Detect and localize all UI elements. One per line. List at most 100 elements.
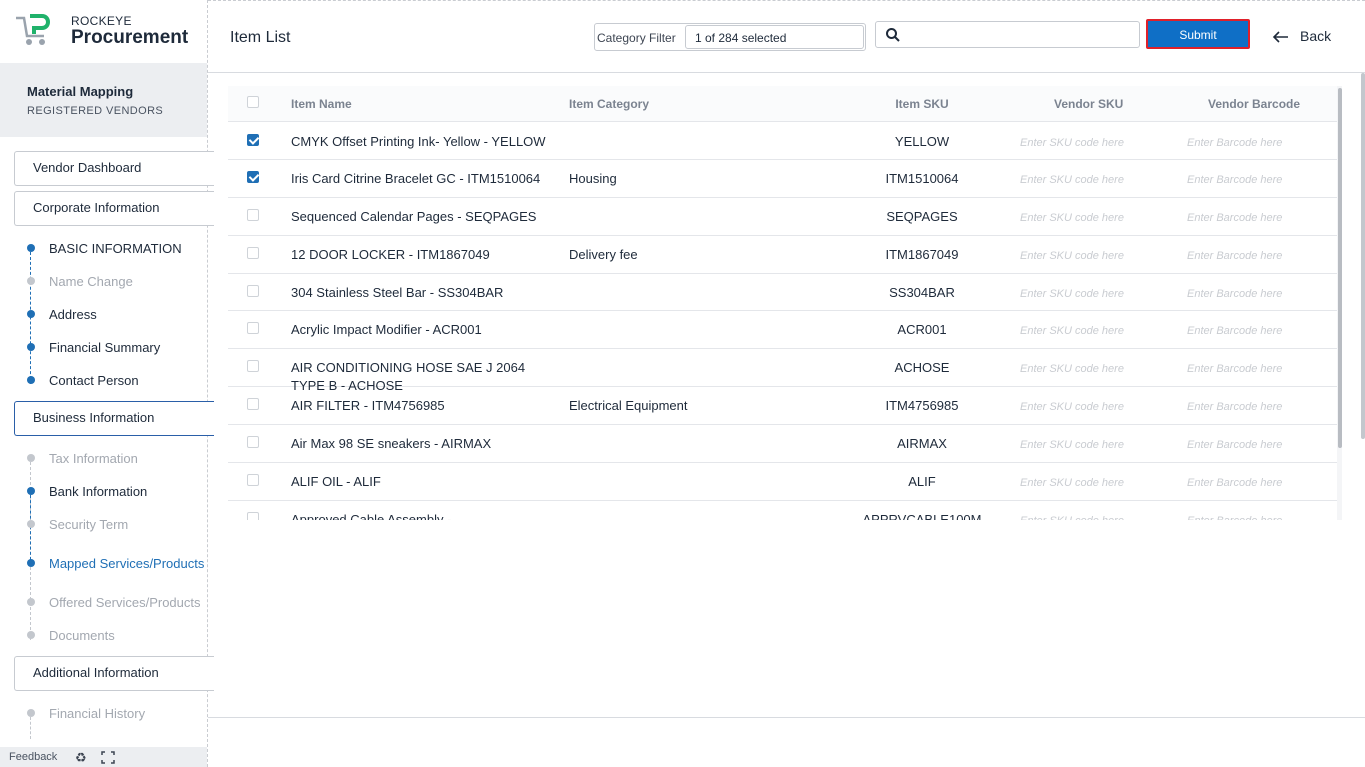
nav-financial-summary[interactable]: Financial Summary: [49, 340, 160, 355]
vendor-sku-input[interactable]: Enter SKU code here: [1020, 474, 1124, 492]
search-icon: [886, 28, 900, 42]
table-row[interactable]: Sequenced Calendar Pages - SEQPAGES SEQPA…: [228, 198, 1340, 236]
item-name-cell: CMYK Offset Printing Ink- Yellow - YELLO…: [291, 134, 546, 149]
nav-vendor-dashboard[interactable]: Vendor Dashboard: [14, 151, 214, 186]
row-checkbox[interactable]: [247, 134, 259, 146]
table-row[interactable]: 304 Stainless Steel Bar - SS304BAR SS304B…: [228, 274, 1340, 311]
feedback-link[interactable]: Feedback: [9, 751, 57, 763]
category-filter-label: Category Filter: [597, 31, 676, 45]
vendor-sku-input[interactable]: Enter SKU code here: [1020, 398, 1124, 416]
nav-bank-information[interactable]: Bank Information: [49, 484, 147, 499]
footer-divider: [208, 717, 1365, 718]
row-checkbox[interactable]: [247, 398, 259, 410]
column-header-item-sku[interactable]: Item SKU: [842, 97, 1002, 111]
item-category-cell: Delivery fee: [569, 247, 638, 262]
vendor-barcode-input[interactable]: Enter Barcode here: [1187, 436, 1282, 454]
row-checkbox[interactable]: [247, 171, 259, 183]
table-row[interactable]: 12 DOOR LOCKER - ITM1867049 Delivery fee I…: [228, 236, 1340, 274]
item-sku-cell: SEQPAGES: [886, 209, 958, 224]
row-checkbox[interactable]: [247, 436, 259, 448]
vendor-barcode-input[interactable]: Enter Barcode here: [1187, 322, 1282, 340]
nav-additional-information[interactable]: Additional Information: [14, 656, 214, 691]
nav-contact-person[interactable]: Contact Person: [49, 373, 139, 388]
brand-name: Procurement: [71, 27, 189, 48]
recycle-icon[interactable]: ♻: [75, 750, 87, 766]
vendor-barcode-input[interactable]: Enter Barcode here: [1187, 285, 1282, 303]
nav-name-change[interactable]: Name Change: [49, 274, 133, 289]
row-checkbox[interactable]: [247, 322, 259, 334]
item-name-cell: 12 DOOR LOCKER - ITM1867049: [291, 247, 490, 262]
nav-mapped-services-products[interactable]: Mapped Services/Products: [49, 556, 204, 571]
table-row[interactable]: AIR FILTER - ITM4756985 Electrical Equipm…: [228, 387, 1340, 425]
table-row[interactable]: AIR CONDITIONING HOSE SAE J 2064 TYPE B …: [228, 349, 1340, 393]
vendor-barcode-input[interactable]: Enter Barcode here: [1187, 171, 1282, 189]
item-sku-cell: ITM1867049: [885, 247, 959, 262]
vendor-sku-input[interactable]: Enter SKU code here: [1020, 512, 1124, 520]
sidebar: ROCKEYE Procurement Material Mapping REG…: [0, 0, 214, 767]
category-filter-select[interactable]: 1 of 284 selected: [685, 25, 864, 49]
page-scrollbar[interactable]: [1361, 73, 1365, 439]
select-all-checkbox[interactable]: [247, 96, 259, 108]
row-checkbox[interactable]: [247, 474, 259, 486]
vendor-sku-input[interactable]: Enter SKU code here: [1020, 285, 1124, 303]
nav-corporate-information[interactable]: Corporate Information: [14, 191, 214, 226]
table-row[interactable]: Approved Cable Assembly - APPRVCABLE100M E…: [228, 501, 1340, 520]
vendor-sku-input[interactable]: Enter SKU code here: [1020, 247, 1124, 265]
row-checkbox[interactable]: [247, 209, 259, 221]
row-checkbox[interactable]: [247, 512, 259, 520]
rockeye-logo-icon: [16, 14, 50, 45]
item-category-cell: Housing: [569, 171, 617, 186]
page-title: Item List: [230, 29, 291, 46]
column-header-item-name[interactable]: Item Name: [291, 97, 559, 111]
vendor-barcode-input[interactable]: Enter Barcode here: [1187, 512, 1282, 520]
table-row[interactable]: CMYK Offset Printing Ink- Yellow - YELLO…: [228, 123, 1340, 160]
arrow-left-icon: [1272, 31, 1288, 43]
submit-button[interactable]: Submit: [1146, 19, 1250, 49]
vendor-barcode-input[interactable]: Enter Barcode here: [1187, 398, 1282, 416]
nav-security-term[interactable]: Security Term: [49, 517, 128, 532]
table-row[interactable]: ALIF OIL - ALIF ALIF Enter SKU code here En…: [228, 463, 1340, 501]
vendor-barcode-input[interactable]: Enter Barcode here: [1187, 360, 1282, 378]
table-scrollbar-thumb[interactable]: [1338, 88, 1342, 448]
table-row[interactable]: Iris Card Citrine Bracelet GC - ITM15100…: [228, 160, 1340, 198]
vendor-barcode-input[interactable]: Enter Barcode here: [1187, 474, 1282, 492]
vendor-sku-input[interactable]: Enter SKU code here: [1020, 134, 1124, 152]
step-dot: [27, 376, 35, 384]
vendor-sku-input[interactable]: Enter SKU code here: [1020, 436, 1124, 454]
table-row[interactable]: Air Max 98 SE sneakers - AIRMAX AIRMAX Ent…: [228, 425, 1340, 463]
nav-documents[interactable]: Documents: [49, 628, 115, 643]
search-input[interactable]: [908, 25, 1136, 45]
nav-address[interactable]: Address: [49, 307, 97, 322]
step-dot: [27, 310, 35, 318]
fullscreen-icon[interactable]: [101, 751, 115, 764]
vendor-barcode-input[interactable]: Enter Barcode here: [1187, 134, 1282, 152]
item-sku-cell: ACR001: [897, 322, 947, 337]
vendor-barcode-input[interactable]: Enter Barcode here: [1187, 209, 1282, 227]
table-row[interactable]: Acrylic Impact Modifier - ACR001 ACR001 En…: [228, 311, 1340, 349]
brand[interactable]: ROCKEYE Procurement: [0, 0, 207, 63]
column-header-vendor-barcode[interactable]: Vendor Barcode: [1208, 97, 1300, 111]
search-box[interactable]: [875, 21, 1140, 48]
vendor-barcode-input[interactable]: Enter Barcode here: [1187, 247, 1282, 265]
row-checkbox[interactable]: [247, 360, 259, 372]
back-button[interactable]: Back: [1272, 28, 1331, 44]
nav-business-information[interactable]: Business Information: [14, 401, 214, 436]
nav-basic-information[interactable]: BASIC INFORMATION: [49, 241, 182, 256]
nav-financial-history[interactable]: Financial History: [49, 706, 145, 721]
step-dot: [27, 487, 35, 495]
vendor-sku-input[interactable]: Enter SKU code here: [1020, 171, 1124, 189]
row-checkbox[interactable]: [247, 285, 259, 297]
item-name-cell: Acrylic Impact Modifier - ACR001: [291, 322, 482, 337]
vendor-sku-input[interactable]: Enter SKU code here: [1020, 322, 1124, 340]
item-name-cell: Iris Card Citrine Bracelet GC - ITM15100…: [291, 171, 541, 186]
timeline-line: [30, 717, 31, 739]
column-header-item-category[interactable]: Item Category: [569, 97, 829, 111]
item-sku-cell: YELLOW: [894, 134, 950, 149]
vendor-sku-input[interactable]: Enter SKU code here: [1020, 360, 1124, 378]
nav-offered-services-products[interactable]: Offered Services/Products: [49, 595, 201, 610]
category-filter[interactable]: Category Filter 1 of 284 selected: [594, 23, 866, 51]
nav-tax-information[interactable]: Tax Information: [49, 451, 138, 466]
column-header-vendor-sku[interactable]: Vendor SKU: [1054, 97, 1123, 111]
row-checkbox[interactable]: [247, 247, 259, 259]
vendor-sku-input[interactable]: Enter SKU code here: [1020, 209, 1124, 227]
